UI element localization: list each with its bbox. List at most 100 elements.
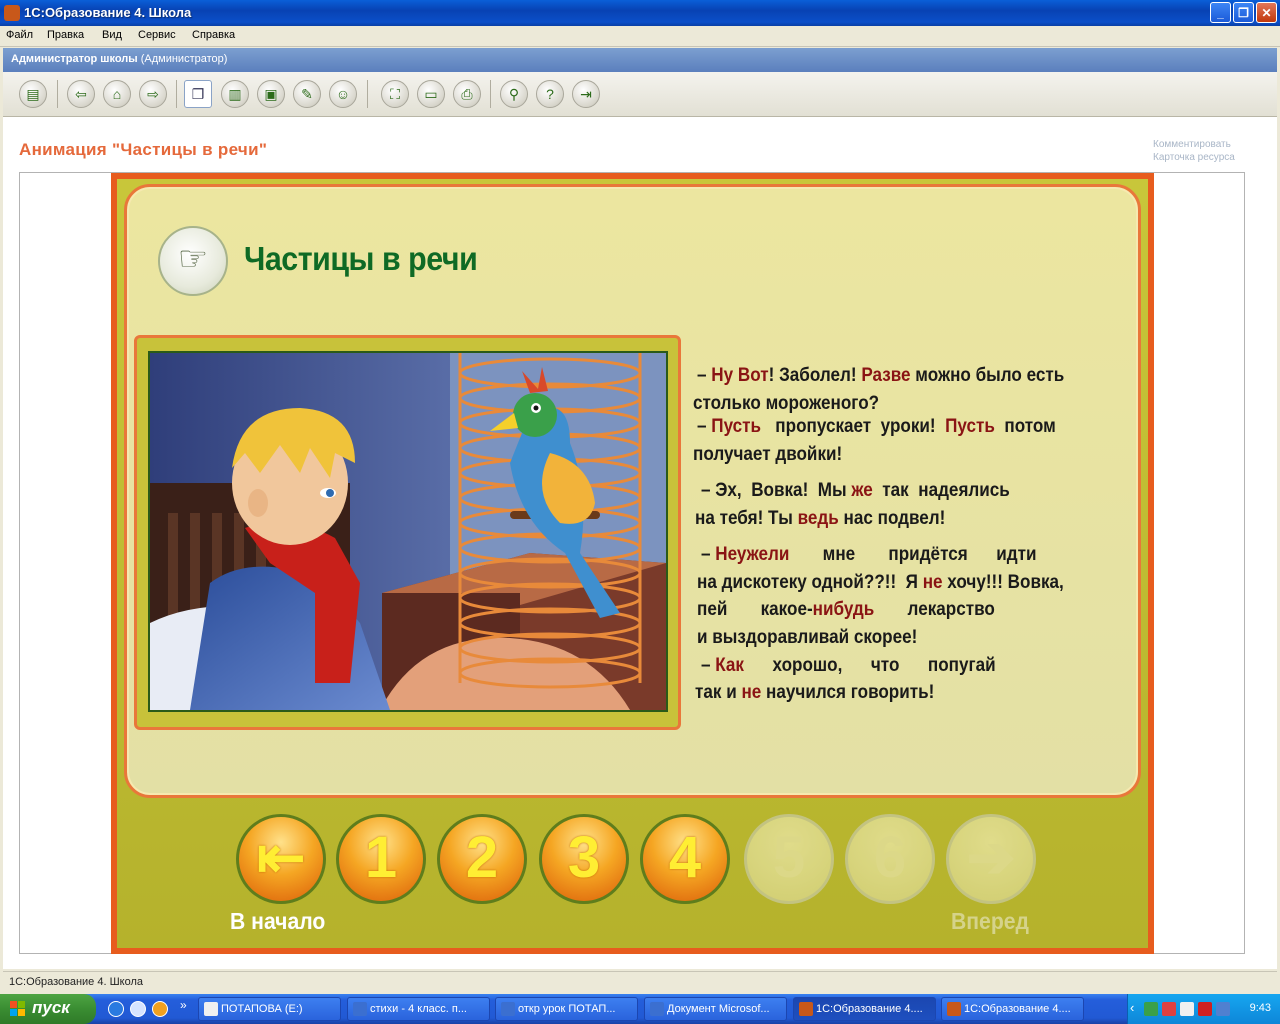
home-icon[interactable]: ⌂ xyxy=(103,80,131,108)
user-icon[interactable]: ☺ xyxy=(329,80,357,108)
comment-link[interactable]: Комментировать xyxy=(1153,139,1231,150)
status-bar: 1С:Образование 4. Школа xyxy=(3,971,1277,994)
dialogue-line: – Неужели мне придётся идти xyxy=(701,544,1036,566)
media-player-icon[interactable] xyxy=(152,1001,168,1017)
particle-word: Пусть xyxy=(945,416,995,437)
dialogue-fragment: научился говорить! xyxy=(761,682,935,703)
pointing-hand-icon: ☞ xyxy=(158,226,228,296)
book-icon[interactable]: ▥ xyxy=(221,80,249,108)
menu-file[interactable]: Файл xyxy=(6,29,33,41)
taskbar-item[interactable]: откр урок ПОТАП... xyxy=(495,997,638,1021)
dialogue-fragment: ! Заболел! xyxy=(768,365,862,386)
folder-green-icon[interactable]: ▣ xyxy=(257,80,285,108)
dialogue-fragment: можно было есть xyxy=(910,365,1065,386)
user-name: Администратор школы (Администратор) xyxy=(11,53,228,65)
dialogue-fragment: потом xyxy=(994,416,1056,437)
monitor-icon[interactable]: ▭ xyxy=(417,80,445,108)
network-icon[interactable] xyxy=(1144,1002,1158,1016)
nav-page-2-button[interactable]: 2 xyxy=(437,814,527,904)
tray-app-icon[interactable] xyxy=(1216,1002,1230,1016)
taskbar-item[interactable]: Документ Microsof... xyxy=(644,997,787,1021)
start-button[interactable]: пуск xyxy=(0,994,96,1024)
help-icon[interactable]: ? xyxy=(536,80,564,108)
taskbar-item[interactable]: 1С:Образование 4.... xyxy=(941,997,1084,1021)
dialogue-fragment: – xyxy=(701,544,716,565)
dialogue-fragment: лекарство xyxy=(874,599,995,620)
particle-word: нибудь xyxy=(812,599,875,620)
animation-heading: Частицы в речи xyxy=(244,240,478,277)
particle-word: не xyxy=(741,682,762,703)
print-icon[interactable]: ⎙ xyxy=(453,80,481,108)
app-icon xyxy=(4,5,20,21)
edit-icon[interactable]: ✎ xyxy=(293,80,321,108)
particle-word: же xyxy=(851,480,873,501)
particle-word: Неужели xyxy=(715,544,790,565)
dialogue-fragment: хорошо, что попугай xyxy=(743,655,996,676)
zoom-icon[interactable]: ⚲ xyxy=(500,80,528,108)
app-icon xyxy=(799,1002,813,1016)
nav-start-button[interactable]: ⇤ xyxy=(236,814,326,904)
resource-card-link[interactable]: Карточка ресурса xyxy=(1153,152,1235,163)
dialogue-fragment: получает двойки! xyxy=(693,444,843,465)
dialogue-line: на тебя! Ты ведь нас подвел! xyxy=(695,508,945,530)
taskbar-item[interactable]: ПОТАПОВА (E:) xyxy=(198,997,341,1021)
dialogue-fragment: – Эх, Вовка! Мы xyxy=(701,480,852,501)
page-icon[interactable]: ❐ xyxy=(184,80,212,108)
toolbar-separator xyxy=(57,80,58,108)
dialogue-line: пей какое-нибудь лекарство xyxy=(697,599,995,621)
forward-arrow-icon[interactable]: ⇨ xyxy=(139,80,167,108)
dialogue-line: на дискотеку одной??!! Я не хочу!!! Вовк… xyxy=(697,572,1064,594)
menu-bar: Файл Правка Вид Сервис Справка xyxy=(0,26,1280,47)
dialogue-fragment: мне придётся идти xyxy=(789,544,1037,565)
system-tray: ‹ 9:43 xyxy=(1127,994,1280,1024)
close-button[interactable]: ✕ xyxy=(1256,2,1277,23)
nav-page-6-button: 6 xyxy=(845,814,935,904)
word-doc-icon xyxy=(650,1002,664,1016)
minimize-button[interactable]: _ xyxy=(1210,2,1231,23)
dialogue-line: – Пусть пропускает уроки! Пусть потом xyxy=(697,416,1056,438)
back-arrow-icon[interactable]: ⇦ xyxy=(67,80,95,108)
dialogue-line: – Как хорошо, что попугай xyxy=(701,655,996,677)
dialogue-fragment: пропускает уроки! xyxy=(761,416,946,437)
illustration-drawing xyxy=(150,353,666,710)
menu-help[interactable]: Справка xyxy=(192,29,235,41)
maximize-button[interactable]: ❐ xyxy=(1233,2,1254,23)
ie-icon[interactable] xyxy=(108,1001,124,1017)
dialogue-line: – Ну Вот! Заболел! Разве можно было есть xyxy=(697,365,1064,387)
dialogue-fragment: столько мороженого? xyxy=(693,393,880,414)
tray-app-icon[interactable] xyxy=(1198,1002,1212,1016)
fit-screen-icon[interactable]: ⛶ xyxy=(381,80,409,108)
taskbar-item[interactable]: стихи - 4 класс. п... xyxy=(347,997,490,1021)
exit-icon[interactable]: ⇥ xyxy=(572,80,600,108)
dialogue-fragment: пей какое- xyxy=(697,599,813,620)
dialogue-fragment: так и xyxy=(695,682,742,703)
dialogue-fragment: и выздоравливай скорее! xyxy=(697,627,918,648)
nav-page-5-button: 5 xyxy=(744,814,834,904)
menu-view[interactable]: Вид xyxy=(102,29,122,41)
menu-edit[interactable]: Правка xyxy=(47,29,84,41)
dialogue-fragment: – xyxy=(701,655,716,676)
tray-collapse-icon[interactable]: ‹ xyxy=(1130,1000,1134,1015)
dialogue-fragment: – xyxy=(697,365,712,386)
nav-page-4-button[interactable]: 4 xyxy=(640,814,730,904)
quicklaunch-more-icon[interactable]: » xyxy=(180,998,187,1012)
word-doc-icon xyxy=(353,1002,367,1016)
menu-service[interactable]: Сервис xyxy=(138,29,176,41)
dialogue-fragment: на тебя! Ты xyxy=(695,508,798,529)
app-icon xyxy=(947,1002,961,1016)
desktop-icon[interactable] xyxy=(130,1001,146,1017)
status-text: 1С:Образование 4. Школа xyxy=(9,976,144,988)
toolbar-separator xyxy=(367,80,368,108)
taskbar-item-active[interactable]: 1С:Образование 4.... xyxy=(793,997,936,1021)
nav-page-3-button[interactable]: 3 xyxy=(539,814,629,904)
toolbar-separator xyxy=(490,80,491,108)
antivirus-icon[interactable] xyxy=(1162,1002,1176,1016)
particle-word: не xyxy=(922,572,943,593)
toolbar: ▤ ⇦ ⌂ ⇨ ❐ ▥ ▣ ✎ ☺ ⛶ ▭ ⎙ ⚲ ? ⇥ xyxy=(3,72,1277,117)
nav-page-1-button[interactable]: 1 xyxy=(336,814,426,904)
catalog-icon[interactable]: ▤ xyxy=(19,80,47,108)
display-icon[interactable] xyxy=(1180,1002,1194,1016)
nav-forward-label: Вперед xyxy=(951,908,1029,934)
dialogue-line: и выздоравливай скорее! xyxy=(697,627,917,649)
window-title-bar[interactable]: 1С:Образование 4. Школа _ ❐ ✕ xyxy=(0,0,1280,26)
